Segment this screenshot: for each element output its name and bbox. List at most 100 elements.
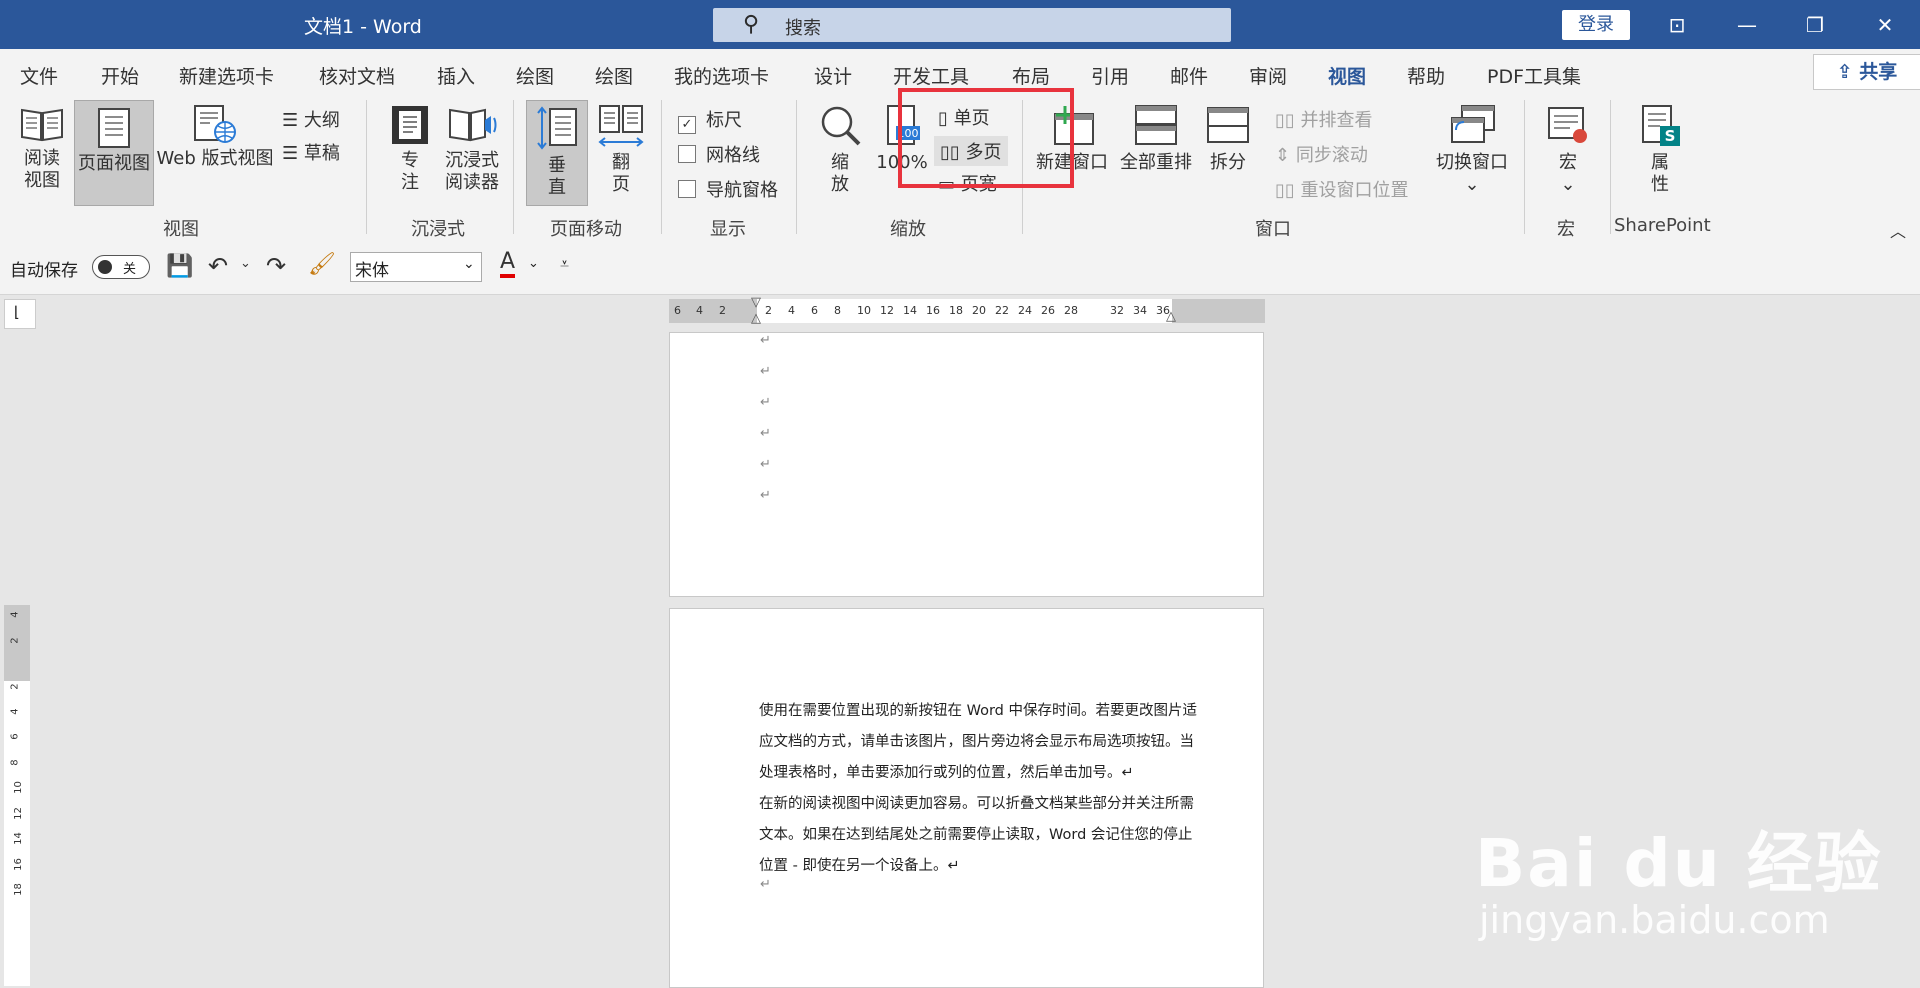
tab-check-doc[interactable]: 核对文档 <box>319 62 395 89</box>
hanging-indent-icon[interactable]: △ <box>751 311 761 326</box>
close-icon[interactable]: ✕ <box>1860 8 1910 42</box>
group-separator <box>796 100 797 234</box>
tab-pdf-tools[interactable]: PDF工具集 <box>1487 62 1581 89</box>
zoom-button[interactable]: 缩 放 <box>812 104 868 196</box>
arrange-all-label: 全部重排 <box>1120 152 1192 173</box>
toggle-state: 关 <box>123 262 137 277</box>
zoom-label-2: 放 <box>831 174 849 195</box>
macros-button[interactable]: 宏 ⌄ <box>1540 104 1596 196</box>
group-separator <box>513 100 514 234</box>
tab-design[interactable]: 设计 <box>814 62 852 89</box>
ruler-tick-label: 8 <box>9 759 21 766</box>
ruler-tick-label: 24 <box>1018 304 1032 317</box>
horizontal-ruler[interactable]: 6 4 2 2 4 6 8 10 12 14 16 18 20 22 24 26 28 32 34 36 ▽ △ △ <box>669 295 1265 326</box>
paragraph-mark: ↵ <box>760 457 771 472</box>
focus-label-1: 专 <box>401 150 419 171</box>
title-bar: 文档1 - Word ⚲ 搜索 登录 ⊡ — ❐ ✕ <box>0 0 1920 49</box>
tab-mailings[interactable]: 邮件 <box>1170 62 1208 89</box>
ruler-tick-label: 8 <box>834 304 841 317</box>
tab-file[interactable]: 文件 <box>20 62 58 89</box>
vertical-ruler[interactable]: 4 2 2 4 6 8 10 12 14 16 18 <box>4 605 30 986</box>
search-placeholder: 搜索 <box>785 18 821 39</box>
split-button[interactable]: 拆分 <box>1200 104 1256 174</box>
svg-text:S: S <box>1665 127 1676 145</box>
ruler-tick-label: 2 <box>9 683 21 690</box>
search-icon: ⚲ <box>743 12 760 37</box>
ruler-tick-label: 32 <box>1110 304 1124 317</box>
paragraph-mark: ↵ <box>760 877 771 892</box>
focus-button[interactable]: 专 注 <box>380 104 440 194</box>
web-layout-button[interactable]: Web 版式视图 <box>156 104 274 170</box>
minimize-icon[interactable]: — <box>1722 8 1772 42</box>
view-side-by-side-button[interactable]: ▯▯ 并排查看 <box>1275 106 1373 132</box>
customize-toolbar-icon[interactable]: ⩡ <box>560 254 569 274</box>
immersive-reader-button[interactable]: 沉浸式 阅读器 <box>440 104 504 194</box>
font-name-select[interactable]: 宋体 ⌄ <box>350 252 482 282</box>
tab-references[interactable]: 引用 <box>1091 62 1129 89</box>
properties-button[interactable]: S 属 性 <box>1630 104 1690 196</box>
document-page-2[interactable]: 使用在需要位置出现的新按钮在 Word 中保存时间。若要更改图片适 应文档的方式… <box>669 608 1264 988</box>
undo-icon[interactable]: ↶ <box>208 252 228 280</box>
ruler-checkbox[interactable]: ✓ 标尺 <box>678 106 742 134</box>
font-color-icon[interactable]: A <box>500 250 516 278</box>
tab-selector[interactable]: ⌊ <box>4 299 36 329</box>
side-to-side-button[interactable]: 翻 页 <box>592 104 650 196</box>
vertical-button[interactable]: 垂 直 <box>526 100 588 206</box>
text-line: 处理表格时，单击要添加行或列的位置，然后单击加号。↵ <box>759 765 1134 781</box>
tab-new-tab[interactable]: 新建选项卡 <box>179 62 274 89</box>
tab-my-tab[interactable]: 我的选项卡 <box>674 62 769 89</box>
tab-draw-1[interactable]: 绘图 <box>516 62 554 89</box>
reset-window-position-button[interactable]: ▯▯ 重设窗口位置 <box>1275 176 1409 202</box>
ribbon-display-options-icon[interactable]: ⊡ <box>1652 8 1702 42</box>
tab-insert[interactable]: 插入 <box>437 62 475 89</box>
gridlines-checkbox[interactable]: 网格线 <box>678 141 760 167</box>
tab-review[interactable]: 审阅 <box>1249 62 1287 89</box>
ruler-tick-label: 4 <box>9 611 21 618</box>
right-indent-icon[interactable]: △ <box>1166 309 1176 324</box>
format-painter-icon[interactable]: 🖌 <box>308 252 336 277</box>
watermark-brand: Bai du 经验 <box>1475 825 1883 902</box>
vertical-scroll-icon <box>537 106 577 150</box>
tab-help[interactable]: 帮助 <box>1407 62 1445 89</box>
vertical-label-1: 垂 <box>548 155 566 176</box>
zoom-label-1: 缩 <box>831 152 849 173</box>
restore-icon[interactable]: ❐ <box>1790 8 1840 42</box>
ruler-left-margin <box>669 299 757 323</box>
book-icon <box>21 108 63 142</box>
outline-button[interactable]: ☰ 大纲 <box>282 106 340 132</box>
tab-draw-2[interactable]: 绘图 <box>595 62 633 89</box>
synchronous-scrolling-button[interactable]: ⇕ 同步滚动 <box>1275 141 1368 167</box>
tab-view[interactable]: 视图 <box>1328 62 1367 99</box>
side-to-side-label-1: 翻 <box>612 152 630 173</box>
login-button[interactable]: 登录 <box>1562 10 1630 40</box>
read-mode-button[interactable]: 阅读 视图 <box>12 104 72 192</box>
document-body[interactable]: 使用在需要位置出现的新按钮在 Word 中保存时间。若要更改图片适 应文档的方式… <box>759 696 1199 882</box>
group-label-zoom: 缩放 <box>890 219 926 240</box>
arrange-all-button[interactable]: 全部重排 <box>1116 104 1196 174</box>
autosave-toggle[interactable]: 关 <box>92 255 150 279</box>
vertical-label-2: 直 <box>548 177 566 198</box>
tab-home[interactable]: 开始 <box>101 62 139 89</box>
ruler-tick-label: 2 <box>719 304 726 317</box>
first-line-indent-icon[interactable]: ▽ <box>751 295 761 310</box>
ruler-tick-label: 18 <box>949 304 963 317</box>
navigation-pane-checkbox[interactable]: 导航窗格 <box>678 176 778 202</box>
collapse-ribbon-icon[interactable]: ︿ <box>1890 218 1906 242</box>
save-icon[interactable]: 💾 <box>166 254 193 279</box>
sharepoint-properties-icon: S <box>1642 105 1680 146</box>
chevron-down-icon: ⌄ <box>1464 174 1480 195</box>
search-box[interactable]: ⚲ 搜索 <box>713 8 1231 42</box>
print-layout-button[interactable]: 页面视图 <box>74 100 154 206</box>
paragraph-mark: ↵ <box>760 426 771 441</box>
tab-developer[interactable]: 开发工具 <box>893 62 969 89</box>
switch-windows-button[interactable]: 切换窗口 ⌄ <box>1432 104 1512 196</box>
tab-layout[interactable]: 布局 <box>1012 62 1050 89</box>
draft-button[interactable]: ☰ 草稿 <box>282 139 340 165</box>
undo-dropdown-icon[interactable]: ⌄ <box>240 256 251 271</box>
document-page-1[interactable]: ↵ ↵ ↵ ↵ ↵ ↵ <box>669 332 1264 597</box>
group-separator <box>1524 100 1525 234</box>
share-button[interactable]: ⇪ 共享 <box>1813 54 1920 90</box>
ruler-tick-label: 14 <box>12 832 24 845</box>
font-color-dropdown-icon[interactable]: ⌄ <box>528 256 539 271</box>
redo-icon[interactable]: ↷ <box>266 252 286 280</box>
